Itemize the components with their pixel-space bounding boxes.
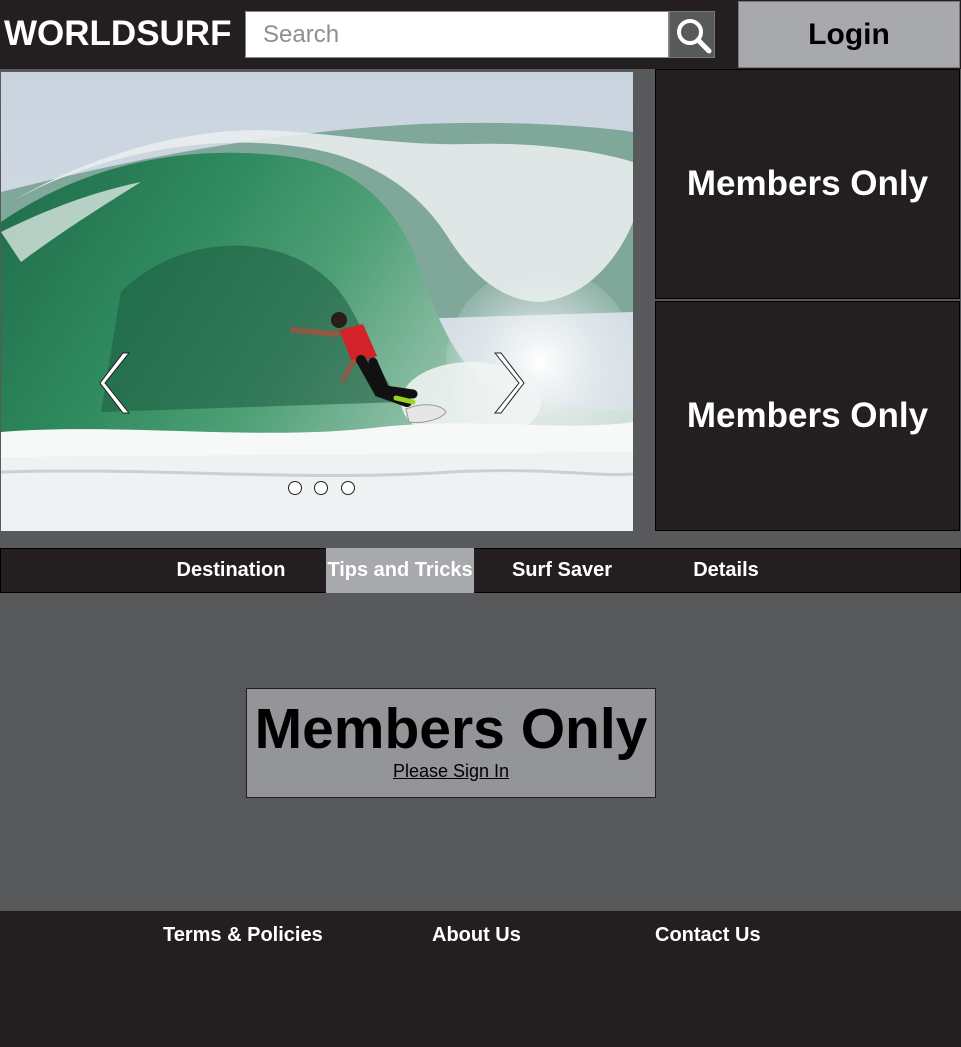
image-carousel[interactable]	[1, 72, 633, 531]
footer-contact-link[interactable]: Contact Us	[655, 924, 761, 947]
site-logo[interactable]: WORLDSURF	[4, 14, 231, 54]
main-nav	[0, 548, 961, 593]
search-icon	[677, 19, 712, 54]
members-only-title: Members Only	[254, 697, 648, 761]
footer-about-link[interactable]: About Us	[432, 924, 521, 947]
nav-surf-saver[interactable]: Surf Saver	[492, 548, 632, 593]
members-only-panel-top[interactable]: Members Only	[655, 69, 960, 299]
members-only-panel-bottom[interactable]: Members Only	[655, 301, 960, 531]
carousel-dot[interactable]	[314, 481, 328, 495]
login-button[interactable]: Login	[738, 1, 960, 68]
nav-details[interactable]: Details	[672, 548, 780, 593]
members-only-box: Members Only Please Sign In	[246, 688, 656, 798]
chevron-left-icon[interactable]	[99, 350, 135, 416]
surf-photo	[1, 72, 633, 531]
panel-label: Members Only	[686, 396, 929, 435]
carousel-dot[interactable]	[288, 481, 302, 495]
chevron-right-icon[interactable]	[489, 350, 525, 416]
nav-destination[interactable]: Destination	[160, 548, 302, 593]
search-input[interactable]	[245, 11, 669, 58]
footer-terms-link[interactable]: Terms & Policies	[163, 924, 323, 947]
panel-label: Members Only	[686, 164, 929, 203]
sign-in-link[interactable]: Please Sign In	[247, 761, 655, 782]
carousel-dot[interactable]	[341, 481, 355, 495]
nav-tips-and-tricks[interactable]: Tips and Tricks	[326, 548, 474, 593]
search-button[interactable]	[669, 11, 715, 58]
